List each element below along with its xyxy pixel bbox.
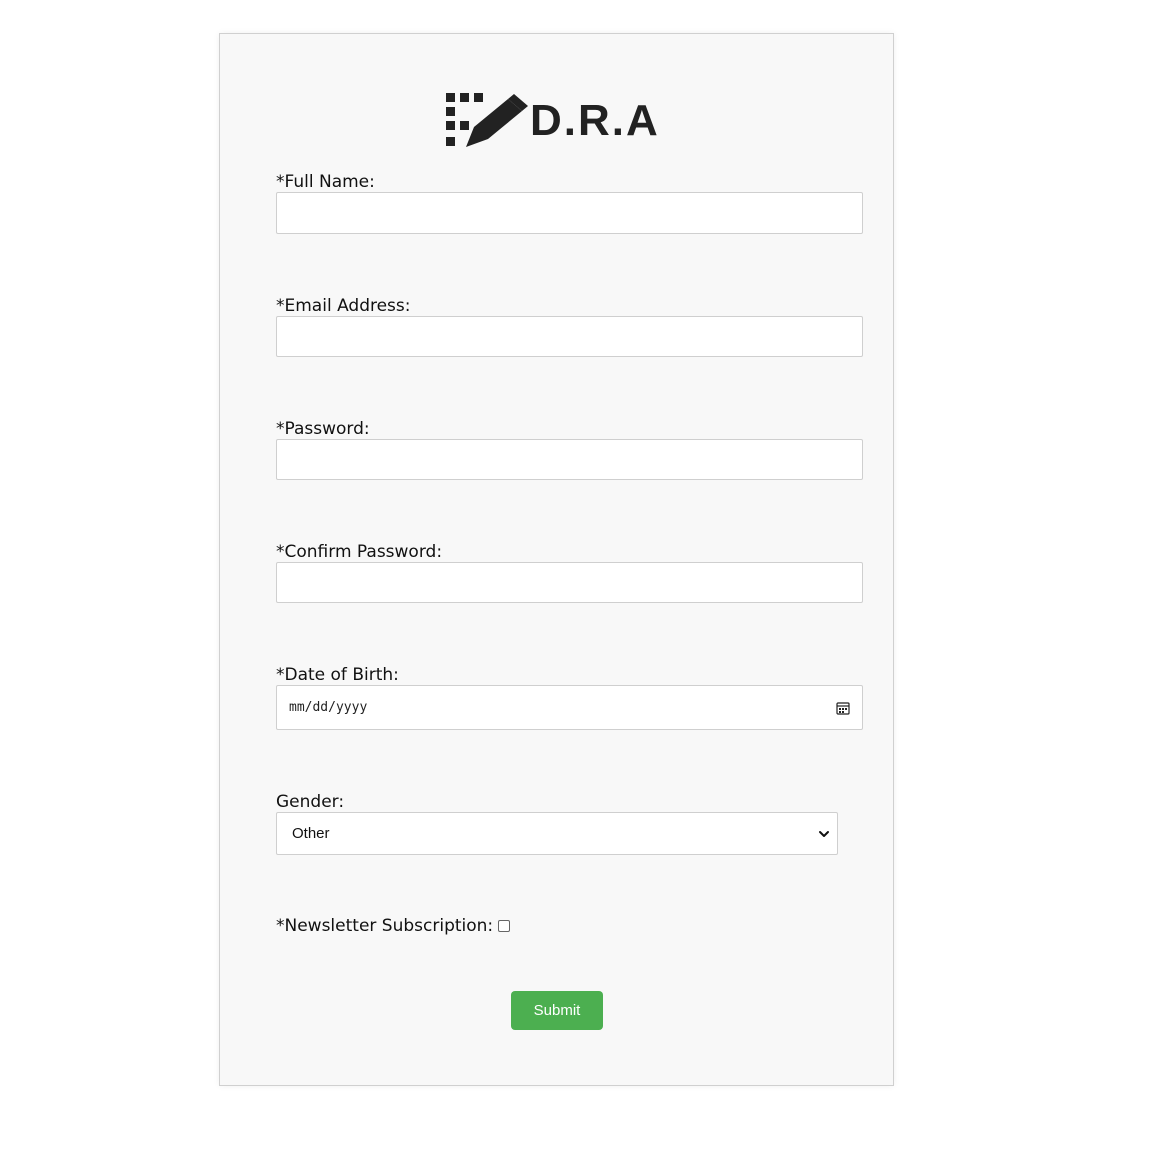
full-name-group: *Full Name: xyxy=(276,172,864,234)
chevron-down-icon xyxy=(819,830,829,837)
newsletter-checkbox[interactable] xyxy=(498,919,511,932)
full-name-label: *Full Name: xyxy=(276,172,375,192)
gender-selected-value: Other xyxy=(292,825,330,842)
email-group: *Email Address: xyxy=(276,296,864,357)
confirm-password-input[interactable] xyxy=(276,562,863,603)
email-input[interactable] xyxy=(276,316,863,357)
dob-placeholder: mm/dd/yyyy xyxy=(289,700,368,715)
confirm-password-label: *Confirm Password: xyxy=(276,542,443,562)
brand-logo: D.R.A xyxy=(444,91,660,151)
full-name-input[interactable] xyxy=(276,192,863,234)
dob-input[interactable]: mm/dd/yyyy xyxy=(276,685,863,730)
password-group: *Password: xyxy=(276,419,864,480)
dob-label: *Date of Birth: xyxy=(276,665,399,685)
logo-text: D.R.A xyxy=(530,96,660,145)
calendar-icon[interactable] xyxy=(836,701,850,715)
dob-group: *Date of Birth: mm/dd/yyyy xyxy=(276,665,864,730)
gender-select[interactable]: Other xyxy=(276,812,838,855)
logo-pencil-icon xyxy=(446,93,528,147)
password-label: *Password: xyxy=(276,419,370,439)
newsletter-group: *Newsletter Subscription: xyxy=(276,916,864,936)
gender-label: Gender: xyxy=(276,792,345,812)
email-label: *Email Address: xyxy=(276,296,411,316)
newsletter-label: *Newsletter Subscription: xyxy=(276,916,494,936)
registration-card: D.R.A *Full Name: *Email Address: *Passw… xyxy=(219,33,894,1086)
password-input[interactable] xyxy=(276,439,863,480)
confirm-password-group: *Confirm Password: xyxy=(276,542,864,603)
gender-group: Gender: Other xyxy=(276,792,864,855)
submit-button[interactable]: Submit xyxy=(511,991,603,1030)
